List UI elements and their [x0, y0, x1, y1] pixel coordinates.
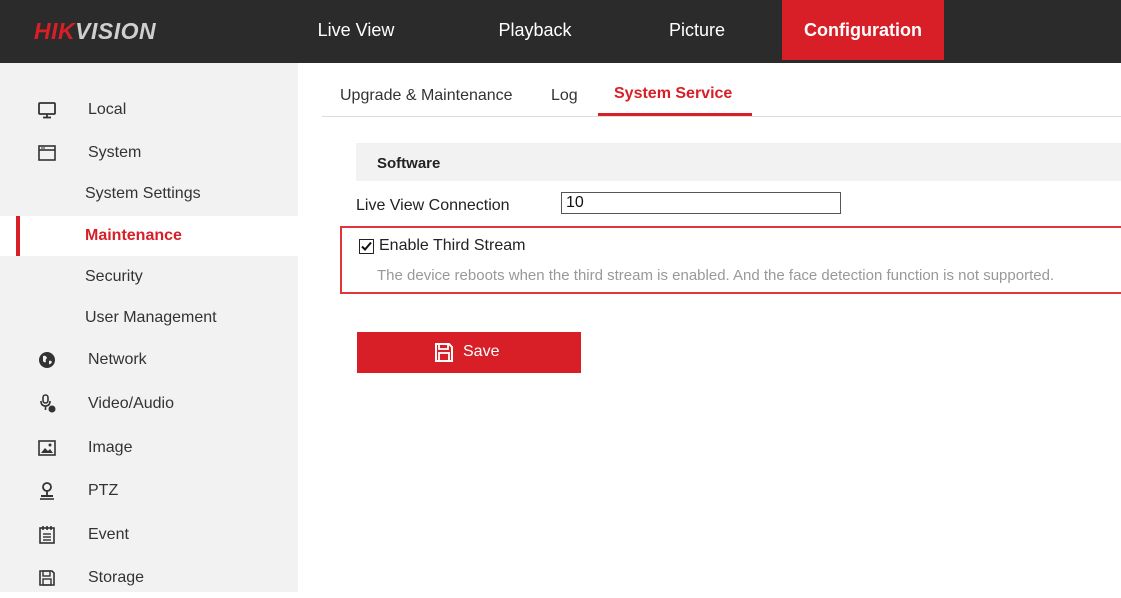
sidebar-item-label: Local — [88, 101, 127, 118]
tab-picture[interactable]: Picture — [642, 0, 752, 60]
tab-system-service[interactable]: System Service — [614, 85, 732, 103]
sidebar-item-network[interactable]: Network — [0, 340, 298, 380]
monitor-icon — [37, 100, 57, 120]
sidebar-item-label: Security — [85, 268, 143, 285]
tab-upgrade-maintenance[interactable]: Upgrade & Maintenance — [340, 87, 513, 105]
tab-log[interactable]: Log — [551, 87, 578, 105]
microphone-icon — [37, 394, 57, 414]
window-icon — [37, 143, 57, 163]
save-icon — [434, 343, 454, 367]
sidebar-item-label: System Settings — [85, 185, 201, 202]
save-button[interactable]: Save — [357, 332, 581, 373]
sidebar-item-storage[interactable]: Storage — [0, 558, 298, 598]
software-section-header: Software — [356, 143, 1121, 181]
sidebar-item-label: Maintenance — [85, 227, 182, 244]
active-tab-indicator — [598, 113, 752, 116]
section-title: Software — [377, 155, 441, 172]
floppy-icon — [37, 568, 57, 588]
sidebar-item-label: PTZ — [88, 482, 119, 499]
sidebar-item-label: Event — [88, 526, 129, 543]
sidebar-item-label: Network — [88, 351, 147, 368]
hikvision-logo: HIKVISION — [34, 18, 156, 45]
tab-live-view[interactable]: Live View — [306, 0, 406, 60]
sidebar-item-ptz[interactable]: PTZ — [0, 471, 298, 511]
tab-playback[interactable]: Playback — [480, 0, 590, 60]
sidebar-item-maintenance[interactable]: Maintenance — [0, 216, 298, 256]
logo-text-vision: VISION — [75, 18, 157, 44]
sidebar-item-system[interactable]: System — [0, 133, 298, 173]
sidebar-item-user-management[interactable]: User Management — [0, 298, 298, 338]
sidebar-item-local[interactable]: Local — [0, 90, 298, 130]
save-label: Save — [463, 343, 500, 360]
sidebar-item-security[interactable]: Security — [0, 257, 298, 297]
tab-configuration[interactable]: Configuration — [782, 0, 944, 60]
sidebar-item-image[interactable]: Image — [0, 428, 298, 468]
third-stream-note: The device reboots when the third stream… — [377, 267, 1055, 284]
calendar-icon — [37, 525, 57, 545]
sidebar-item-label: System — [88, 144, 142, 161]
logo-text-hik: HIK — [34, 18, 76, 44]
globe-icon — [37, 350, 57, 370]
enable-third-stream-checkbox[interactable] — [359, 239, 374, 254]
sidebar: Local System System Settings Maintenance… — [0, 63, 298, 592]
live-view-connection-input[interactable] — [561, 192, 841, 214]
top-bar: HIKVISION Live View Playback Picture Con… — [0, 0, 1121, 63]
live-view-connection-label: Live View Connection — [356, 197, 510, 214]
sidebar-item-system-settings[interactable]: System Settings — [0, 174, 298, 214]
sidebar-item-video-audio[interactable]: Video/Audio — [0, 384, 298, 424]
sidebar-item-event[interactable]: Event — [0, 515, 298, 555]
sidebar-item-label: Image — [88, 439, 133, 456]
third-stream-box: Enable Third Stream The device reboots w… — [340, 226, 1121, 294]
enable-third-stream-label[interactable]: Enable Third Stream — [379, 237, 525, 255]
ptz-icon — [37, 481, 57, 501]
sidebar-item-label: Storage — [88, 569, 145, 586]
sidebar-item-label: User Management — [85, 309, 217, 326]
image-icon — [37, 438, 57, 458]
sidebar-item-label: Video/Audio — [88, 395, 174, 412]
sub-tabs: Upgrade & Maintenance Log System Service — [322, 76, 1121, 117]
